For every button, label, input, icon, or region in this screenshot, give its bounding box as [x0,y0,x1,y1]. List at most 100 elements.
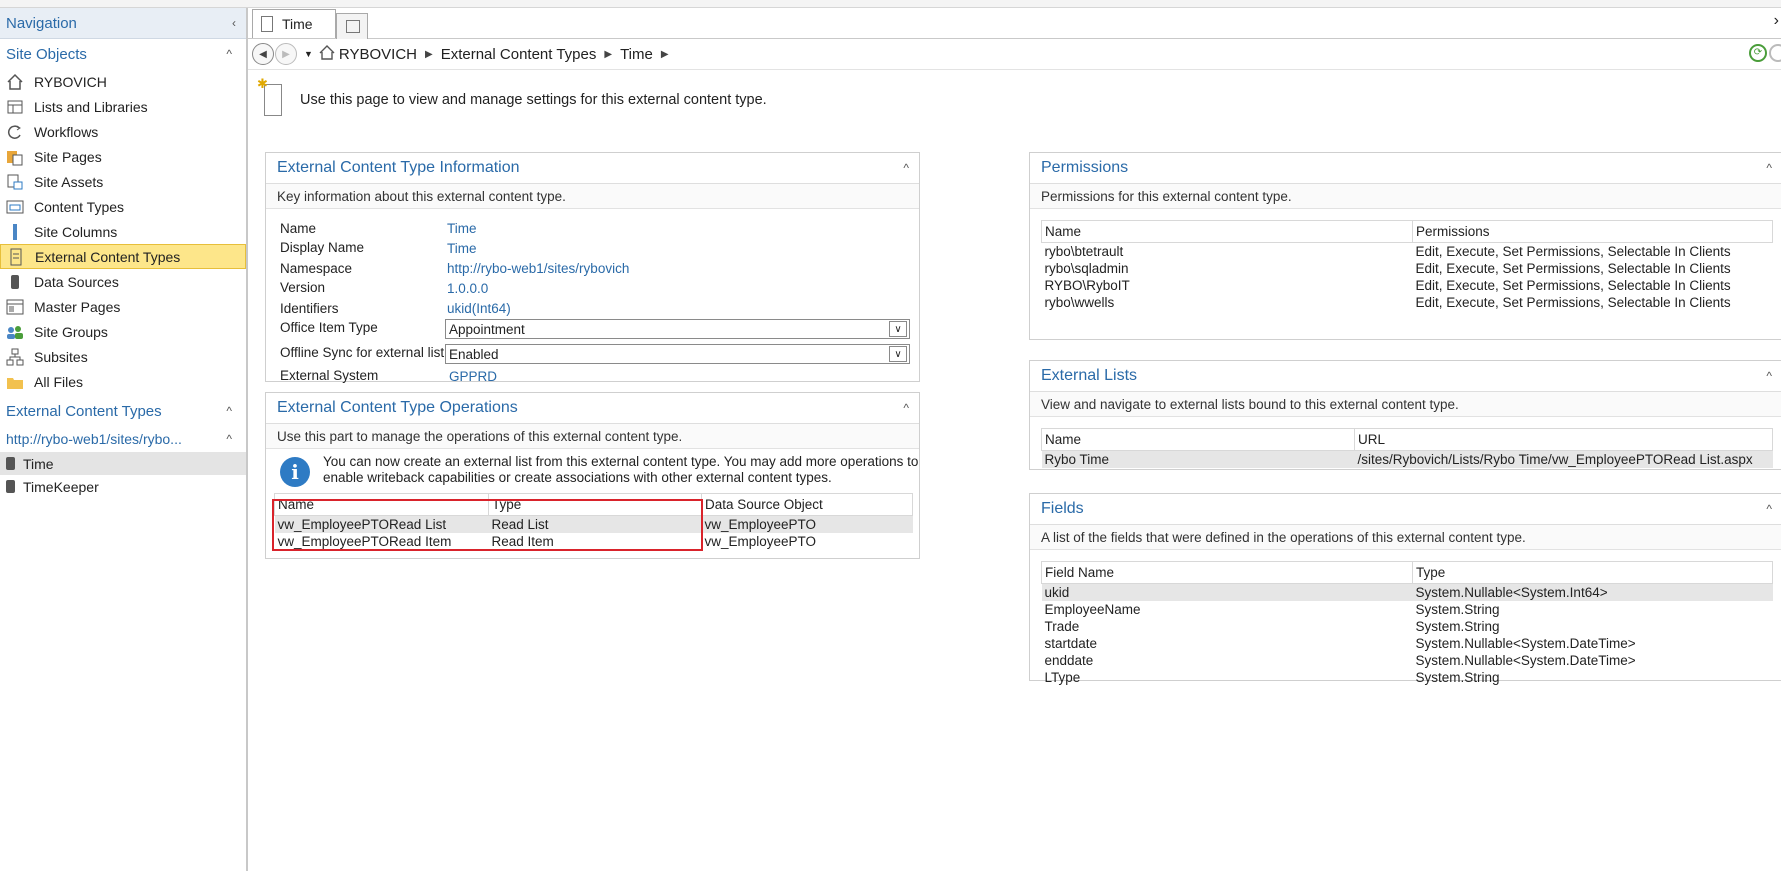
column-header-url[interactable]: URL [1354,428,1773,451]
panel-header[interactable]: Permissions ^ [1030,153,1781,184]
chevron-up-icon[interactable]: ^ [1766,369,1772,383]
identifiers-value[interactable]: ukid(Int64) [447,301,511,316]
close-tab-icon[interactable]: › [1774,12,1779,30]
table-row[interactable]: Rybo Time /sites/Rybovich/Lists/Rybo Tim… [1041,450,1773,468]
sidebar-item-label: Site Columns [34,223,118,240]
breadcrumb-item-rybovich[interactable]: RYBOVICH [339,46,417,63]
stop-icon[interactable] [1769,44,1781,62]
sidebar-item-site-columns[interactable]: Site Columns [0,219,246,244]
table-row[interactable]: startdate System.Nullable<System.DateTime… [1042,635,1773,652]
chevron-up-icon[interactable]: ^ [226,47,232,61]
sidebar-item-subsites[interactable]: Subsites [0,344,246,369]
sidebar-item-site-assets[interactable]: Site Assets [0,169,246,194]
ect-item-timekeeper[interactable]: TimeKeeper [0,475,246,498]
column-header-name[interactable]: Name [1041,428,1355,451]
name-label: Name [280,221,317,236]
table-row[interactable]: rybo\sqladmin Edit, Execute, Set Permissi… [1042,260,1773,277]
ect-section-header[interactable]: External Content Types ^ [0,396,246,426]
sidebar-item-lists-and-libraries[interactable]: Lists and Libraries [0,94,246,119]
sidebar-item-external-content-types[interactable]: External Content Types [0,244,246,269]
column-header-field-name[interactable]: Field Name [1041,561,1413,584]
collapse-left-icon[interactable]: ‹ [232,16,236,30]
sidebar-item-label: Site Pages [34,148,102,165]
version-value[interactable]: 1.0.0.0 [447,281,488,296]
site-columns-icon [6,223,24,241]
panel-title: Fields [1041,500,1084,517]
ribbon-strip [0,0,1781,8]
table-row[interactable]: Trade System.String [1042,618,1773,635]
history-dropdown-icon[interactable]: ▼ [304,49,313,59]
sidebar-item-label: Site Assets [34,173,104,190]
office-item-type-label: Office Item Type [280,320,378,335]
column-header-name[interactable]: Name [1041,220,1413,243]
ect-information-panel: External Content Type Information ^ Key … [265,152,920,384]
table-row[interactable]: ukid System.Nullable<System.Int64> [1041,583,1773,601]
subsites-icon [6,348,24,366]
navigation-header[interactable]: Navigation ‹ [0,8,246,39]
site-pages-icon [6,148,24,166]
sidebar-item-site-pages[interactable]: Site Pages [0,144,246,169]
page-description: Use this page to view and manage setting… [300,92,767,108]
sidebar-item-workflows[interactable]: Workflows [0,119,246,144]
panel-header[interactable]: Fields ^ [1030,494,1781,525]
ect-item-label: TimeKeeper [23,478,99,495]
sidebar-item-label: Content Types [34,198,125,215]
column-header-type[interactable]: Type [1412,561,1773,584]
field-type: System.String [1415,670,1500,685]
chevron-down-icon[interactable]: ∨ [889,321,907,337]
chevron-down-icon[interactable]: ∨ [889,346,907,362]
panel-title: External Content Type Information [277,159,520,176]
data-sources-icon [6,273,24,291]
ect-database-icon [6,480,15,493]
table-row[interactable]: RYBO\RyboIT Edit, Execute, Set Permission… [1042,277,1773,294]
sidebar-item-all-files[interactable]: All Files [0,369,246,394]
panel-description: Key information about this external cont… [266,184,919,209]
panel-header[interactable]: External Content Type Information ^ [266,153,919,184]
chevron-up-icon[interactable]: ^ [1766,502,1772,516]
chevron-up-icon[interactable]: ^ [903,401,909,415]
back-button[interactable]: ◀ [252,43,274,65]
table-row[interactable]: LType System.String [1042,669,1773,686]
office-item-type-value: Appointment [449,321,525,337]
column-header-permissions[interactable]: Permissions [1412,220,1773,243]
chevron-up-icon[interactable]: ^ [226,432,232,446]
panel-header[interactable]: External Lists ^ [1030,361,1781,392]
external-system-value[interactable]: GPPRD [449,369,497,384]
sidebar-item-rybovich[interactable]: RYBOVICH [0,69,246,94]
sidebar-item-data-sources[interactable]: Data Sources [0,269,246,294]
field-name: ukid [1041,583,1413,601]
office-item-type-select[interactable]: Appointment ∨ [445,319,910,339]
breadcrumb-item-external-content-types[interactable]: External Content Types [441,46,597,63]
external-content-types-icon [7,248,25,266]
chevron-up-icon[interactable]: ^ [226,404,232,418]
operations-info-line-1: You can now create an external list from… [323,454,919,469]
refresh-icon[interactable]: ⟳ [1749,44,1767,62]
table-row[interactable]: rybo\btetrault Edit, Execute, Set Permiss… [1042,243,1773,261]
forward-button[interactable]: ▶ [275,43,297,65]
site-objects-header[interactable]: Site Objects ^ [0,39,246,69]
new-tab-button[interactable] [336,13,368,39]
table-row[interactable]: rybo\wwells Edit, Execute, Set Permission… [1042,294,1773,311]
tab-time[interactable]: Time [252,9,336,38]
sidebar-item-site-groups[interactable]: Site Groups [0,319,246,344]
ect-item-time[interactable]: Time [0,452,246,475]
chevron-up-icon[interactable]: ^ [903,161,909,175]
name-value[interactable]: Time [447,221,477,236]
breadcrumb-item-time[interactable]: Time [620,46,653,63]
namespace-value[interactable]: http://rybo-web1/sites/rybovich [447,261,629,276]
ect-site-header[interactable]: http://rybo-web1/sites/rybo... ^ [0,426,246,452]
chevron-up-icon[interactable]: ^ [1766,161,1772,175]
display-name-value[interactable]: Time [447,241,477,256]
offline-sync-select[interactable]: Enabled ∨ [445,344,910,364]
workflow-icon [6,123,24,141]
table-row[interactable]: enddate System.Nullable<System.DateTime> [1042,652,1773,669]
chevron-right-icon: ▶ [660,48,669,60]
column-header-data-source-object[interactable]: Data Source Object [701,493,913,516]
chevron-right-icon: ▶ [425,48,433,60]
sidebar-item-master-pages[interactable]: Master Pages [0,294,246,319]
field-type: System.String [1415,602,1500,617]
permission-value: Edit, Execute, Set Permissions, Selectab… [1415,278,1731,293]
panel-header[interactable]: External Content Type Operations ^ [266,393,919,424]
table-row[interactable]: EmployeeName System.String [1042,601,1773,618]
sidebar-item-content-types[interactable]: Content Types [0,194,246,219]
